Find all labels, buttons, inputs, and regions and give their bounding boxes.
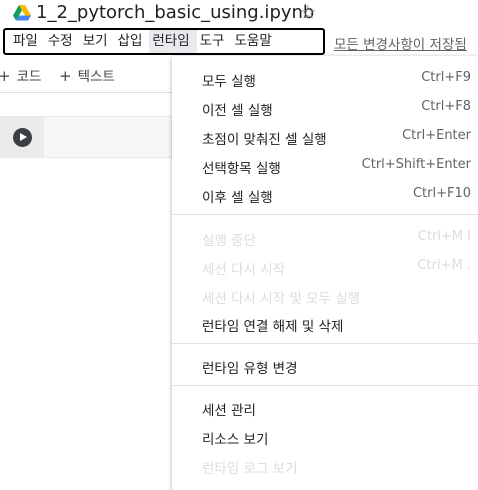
google-drive-icon[interactable] [13, 5, 31, 21]
notebook-title[interactable]: 1_2_pytorch_basic_using.ipynb [36, 2, 314, 23]
menu-view[interactable]: 보기 [80, 30, 115, 53]
menu-item-restart-run-all: 세션 다시 시작 및 모두 실행 [172, 280, 478, 309]
add-code-button[interactable]: + 코드 [0, 65, 41, 85]
menu-item-label: 세션 다시 시작 [202, 262, 286, 278]
menu-item-label: 모두 실행 [202, 74, 256, 90]
menu-separator [172, 214, 478, 215]
menu-item-label: 선택항목 실행 [202, 161, 281, 177]
menu-edit[interactable]: 수정 [45, 30, 80, 53]
menu-item-run-all[interactable]: 모두 실행 Ctrl+F9 [172, 63, 478, 92]
menu-item-shortcut: Ctrl+M I [417, 229, 471, 244]
menu-item-label: 리소스 보기 [202, 432, 269, 448]
menu-item-label: 이후 셀 실행 [202, 190, 273, 206]
menu-separator [172, 343, 478, 344]
menu-item-label: 세션 관리 [202, 403, 256, 419]
menu-item-shortcut: Ctrl+F10 [412, 186, 471, 201]
add-text-button[interactable]: + 텍스트 [59, 65, 115, 85]
add-text-label: 텍스트 [77, 69, 115, 85]
menu-item-shortcut: Ctrl+F9 [421, 70, 471, 85]
run-cell-icon[interactable] [13, 128, 32, 147]
menu-item-label: 런타임 로그 보기 [202, 461, 298, 477]
menu-item-shortcut: Ctrl+M . [417, 258, 471, 273]
menu-item-manage-sessions[interactable]: 세션 관리 [172, 392, 478, 421]
menu-separator [172, 385, 478, 386]
menu-item-interrupt: 실행 중단 Ctrl+M I [172, 222, 478, 251]
menu-item-label: 초점이 맞춰진 셀 실행 [202, 132, 327, 148]
menu-item-change-runtime-type[interactable]: 런타임 유형 변경 [172, 350, 478, 379]
menu-tools[interactable]: 도구 [197, 30, 232, 53]
menu-item-label: 실행 중단 [202, 233, 256, 249]
menu-item-run-before[interactable]: 이전 셀 실행 Ctrl+F8 [172, 92, 478, 121]
cell-gutter [0, 117, 44, 157]
menu-item-disconnect-delete[interactable]: 런타임 연결 해제 및 삭제 [172, 308, 478, 337]
menubar: 파일 수정 보기 삽입 런타임 도구 도움말 [3, 28, 325, 55]
plus-icon: + [59, 67, 72, 85]
menu-item-label: 런타임 연결 해제 및 삭제 [202, 319, 344, 335]
menu-item-run-selection[interactable]: 선택항목 실행 Ctrl+Shift+Enter [172, 150, 478, 179]
plus-icon: + [0, 67, 11, 85]
save-status-link[interactable]: 모든 변경사항이 저장됨 [334, 33, 467, 53]
menu-item-label: 세션 다시 시작 및 모두 실행 [202, 291, 361, 307]
menu-help[interactable]: 도움말 [231, 30, 278, 53]
menu-item-label: 런타임 유형 변경 [202, 361, 298, 377]
toolbar-divider [0, 92, 172, 93]
menu-item-run-after[interactable]: 이후 셀 실행 Ctrl+F10 [172, 179, 478, 208]
code-cell[interactable] [0, 116, 172, 158]
runtime-dropdown-menu: 모두 실행 Ctrl+F9 이전 셀 실행 Ctrl+F8 초점이 맞춰진 셀 … [172, 56, 478, 490]
menu-item-view-runtime-logs: 런타임 로그 보기 [172, 450, 478, 479]
menu-insert[interactable]: 삽입 [115, 30, 150, 53]
menu-item-view-resources[interactable]: 리소스 보기 [172, 421, 478, 450]
menu-item-shortcut: Ctrl+Shift+Enter [361, 157, 471, 172]
menu-item-shortcut: Ctrl+Enter [402, 128, 471, 143]
star-icon[interactable]: ☆ [299, 1, 317, 23]
menu-item-restart: 세션 다시 시작 Ctrl+M . [172, 251, 478, 280]
menu-item-label: 이전 셀 실행 [202, 103, 273, 119]
menu-runtime[interactable]: 런타임 [149, 30, 197, 53]
menu-file[interactable]: 파일 [10, 30, 45, 53]
menu-item-run-focused[interactable]: 초점이 맞춰진 셀 실행 Ctrl+Enter [172, 121, 478, 150]
add-code-label: 코드 [16, 69, 42, 85]
menu-item-shortcut: Ctrl+F8 [421, 99, 471, 114]
